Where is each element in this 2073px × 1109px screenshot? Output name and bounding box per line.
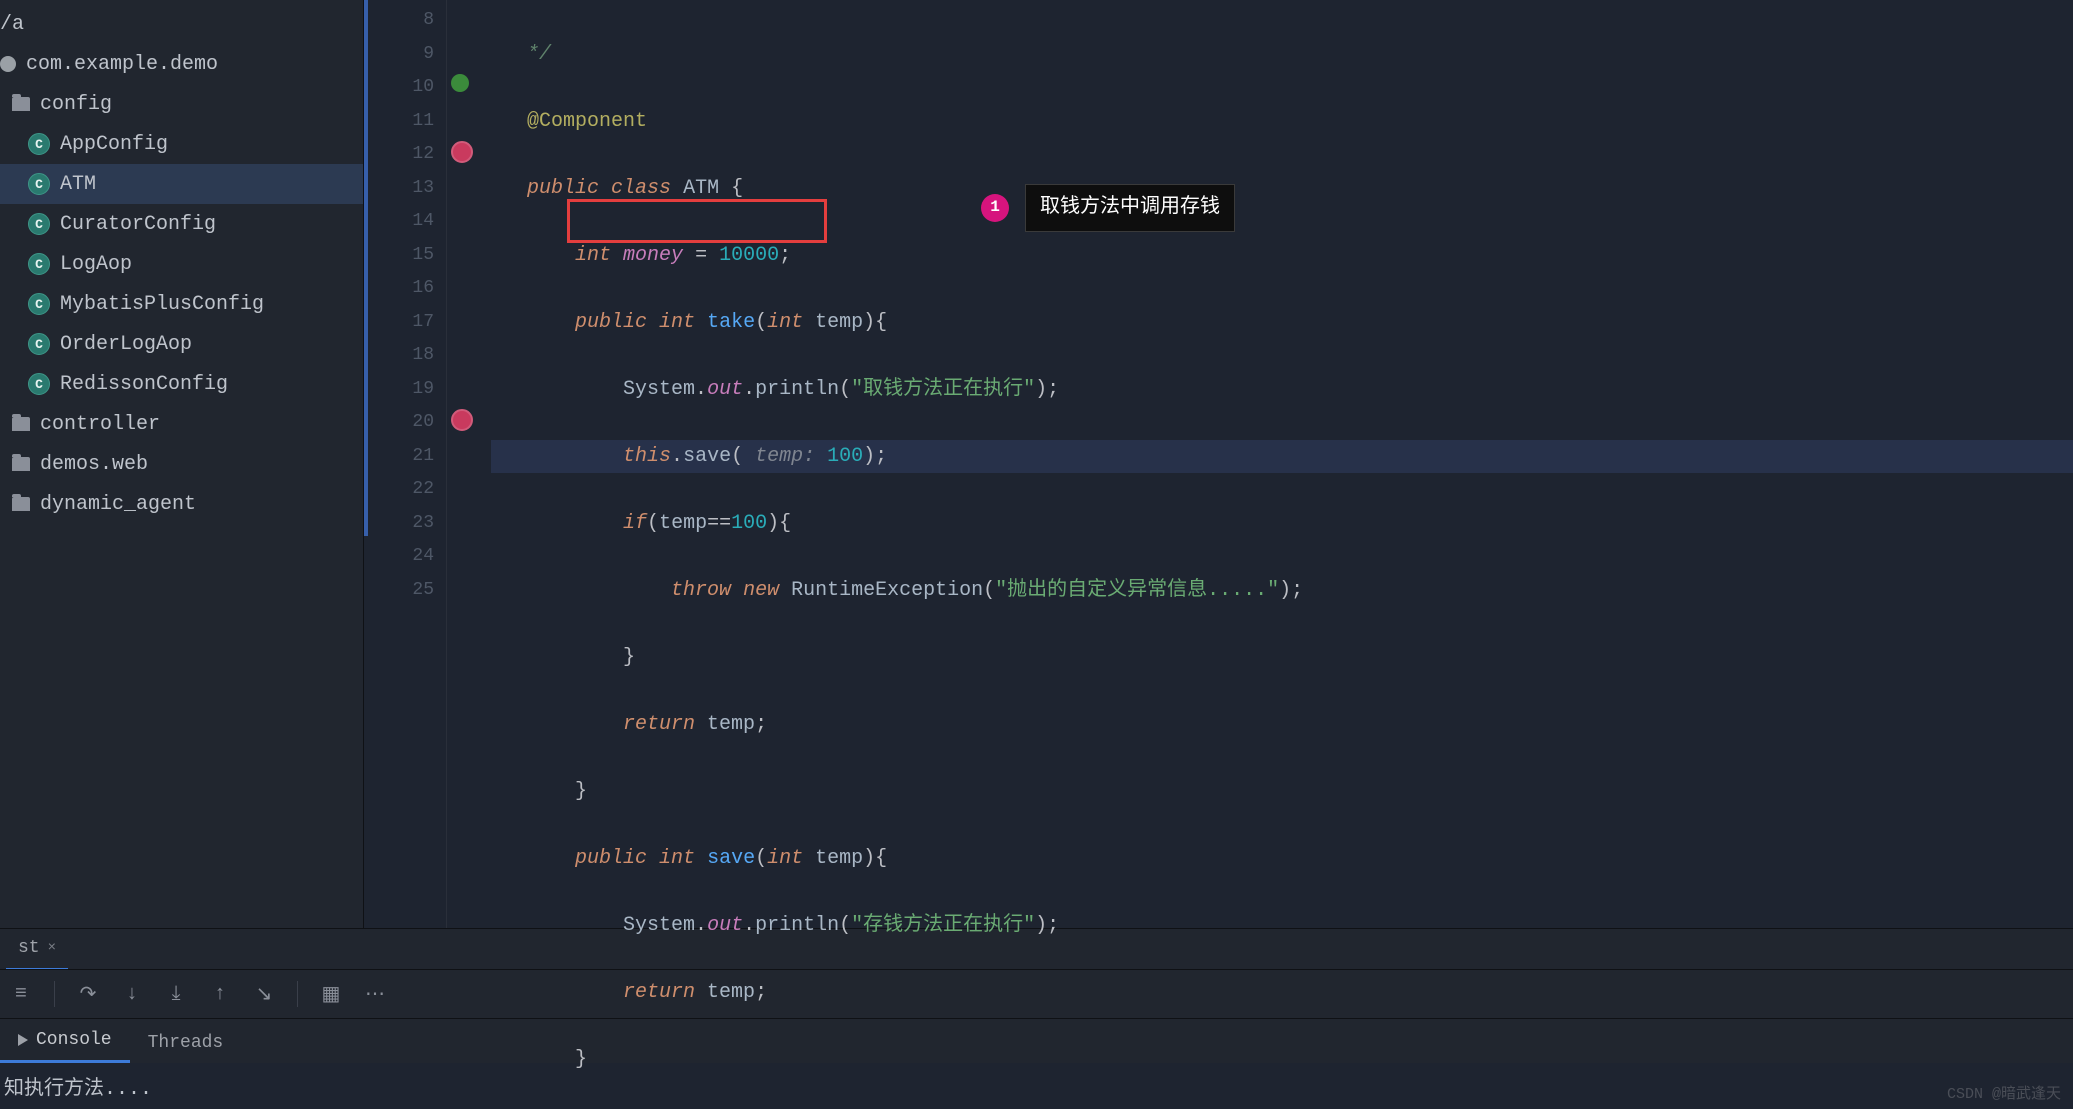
code-editor[interactable]: 8 9 10 11 12 13 14 15 16 17 18 19 20 21 … [364, 0, 2073, 928]
console-line: 知执行方法.... [4, 1078, 152, 1101]
code-line[interactable]: System.out.println("取钱方法正在执行"); [491, 373, 2073, 407]
code-line[interactable]: */ [491, 38, 2073, 72]
bean-icon[interactable] [451, 74, 469, 92]
tree-label: OrderLogAop [60, 333, 192, 356]
tree-item[interactable]: /a [0, 4, 363, 44]
step-into-icon[interactable]: ↓ [121, 983, 143, 1005]
run-to-cursor-icon[interactable]: ↘ [253, 983, 275, 1005]
folder-icon [12, 497, 30, 511]
gutter-icons [447, 0, 477, 928]
code-line[interactable]: public class ATM { [491, 172, 2073, 206]
tree-label: /a [0, 13, 24, 36]
class-icon: C [28, 333, 50, 355]
step-over-icon[interactable]: ↷ [77, 983, 99, 1005]
package-icon [0, 56, 16, 72]
tree-item-class[interactable]: C AppConfig [0, 124, 363, 164]
step-out-icon[interactable]: ↑ [209, 983, 231, 1005]
class-icon: C [28, 293, 50, 315]
tree-item-class[interactable]: C CuratorConfig [0, 204, 363, 244]
tab-label: Console [36, 1030, 112, 1050]
code-line[interactable]: System.out.println("存钱方法正在执行"); [491, 909, 2073, 943]
code-line[interactable]: return temp; [491, 976, 2073, 1010]
separator [54, 981, 55, 1007]
fold-column[interactable] [477, 0, 491, 928]
tree-label: LogAop [60, 253, 132, 276]
code-line[interactable]: throw new RuntimeException("抛出的自定义异常信息..… [491, 574, 2073, 608]
tree-item-class[interactable]: C OrderLogAop [0, 324, 363, 364]
code-line-current[interactable]: this.save( temp: 100); [491, 440, 2073, 474]
code-line[interactable]: } [491, 775, 2073, 809]
tree-item-class[interactable]: C LogAop [0, 244, 363, 284]
tree-label: MybatisPlusConfig [60, 293, 264, 316]
code-area[interactable]: */ @Component public class ATM { int mon… [491, 0, 2073, 928]
force-step-into-icon[interactable]: ⤓ [165, 983, 187, 1005]
folder-icon [12, 417, 30, 431]
override-icon[interactable] [451, 409, 473, 431]
tree-item-class[interactable]: C RedissonConfig [0, 364, 363, 404]
class-icon: C [28, 253, 50, 275]
tree-label: controller [40, 413, 160, 436]
class-icon: C [28, 173, 50, 195]
tree-item-folder[interactable]: dynamic_agent [0, 484, 363, 524]
annotation-callout: 1 取钱方法中调用存钱 [981, 184, 1235, 232]
code-line[interactable]: int money = 10000; [491, 239, 2073, 273]
code-line[interactable]: } [491, 1043, 2073, 1077]
modification-stripe [364, 0, 368, 536]
code-line[interactable]: if(temp==100){ [491, 507, 2073, 541]
tree-item-package[interactable]: com.example.demo [0, 44, 363, 84]
settings-icon[interactable]: ≡ [10, 983, 32, 1005]
tree-label: com.example.demo [26, 53, 218, 76]
run-tab[interactable]: st × [6, 928, 68, 971]
tree-item-class[interactable]: C MybatisPlusConfig [0, 284, 363, 324]
tab-label: Threads [148, 1033, 224, 1053]
tree-label: CuratorConfig [60, 213, 216, 236]
code-line[interactable]: public int save(int temp){ [491, 842, 2073, 876]
close-icon[interactable]: × [48, 940, 56, 956]
highlight-box [567, 199, 827, 243]
class-icon: C [28, 213, 50, 235]
tab-console[interactable]: Console [0, 1020, 130, 1063]
override-icon[interactable] [451, 141, 473, 163]
tree-label: ATM [60, 173, 96, 196]
tree-item-class[interactable]: C ATM [0, 164, 363, 204]
tree-label: RedissonConfig [60, 373, 228, 396]
folder-icon [12, 97, 30, 111]
class-icon: C [28, 133, 50, 155]
separator [297, 981, 298, 1007]
tree-label: config [40, 93, 112, 116]
code-line[interactable]: public int take(int temp){ [491, 306, 2073, 340]
console-icon [18, 1034, 28, 1046]
tree-item-folder[interactable]: config [0, 84, 363, 124]
class-icon: C [28, 373, 50, 395]
code-line[interactable]: return temp; [491, 708, 2073, 742]
tree-label: AppConfig [60, 133, 168, 156]
watermark: CSDN @暗武逢天 [1947, 1082, 2061, 1103]
more-icon[interactable]: ⋯ [364, 983, 386, 1005]
folder-icon [12, 457, 30, 471]
tab-label: st [18, 938, 40, 958]
project-tree[interactable]: /a com.example.demo config CAppConfig CA… [0, 0, 364, 928]
tree-item-folder[interactable]: demos.web [0, 444, 363, 484]
line-number-gutter: 8 9 10 11 12 13 14 15 16 17 18 19 20 21 … [364, 0, 447, 928]
tree-label: dynamic_agent [40, 493, 196, 516]
code-line[interactable]: } [491, 641, 2073, 675]
callout-number-icon: 1 [981, 194, 1009, 222]
evaluate-icon[interactable]: ▦ [320, 983, 342, 1005]
tree-item-folder[interactable]: controller [0, 404, 363, 444]
tab-threads[interactable]: Threads [130, 1023, 242, 1063]
callout-text: 取钱方法中调用存钱 [1025, 184, 1235, 232]
code-line[interactable]: @Component [491, 105, 2073, 139]
tree-label: demos.web [40, 453, 148, 476]
